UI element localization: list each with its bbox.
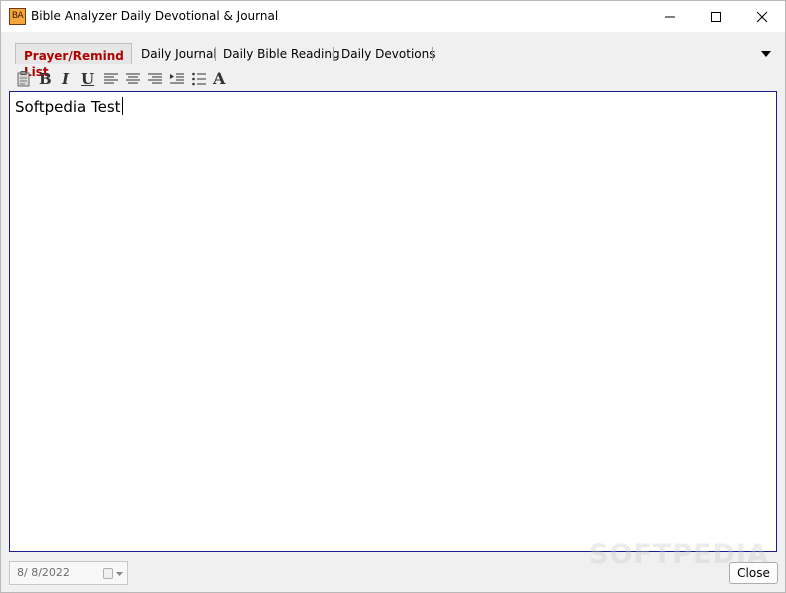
tab-separator	[432, 47, 433, 61]
bullet-list-button[interactable]	[191, 70, 209, 88]
italic-button[interactable]: I	[62, 69, 69, 89]
date-value[interactable]: 8/ 8/2022	[17, 566, 70, 579]
bullet-list-icon	[192, 72, 206, 86]
tab-separator	[333, 47, 334, 61]
font-button[interactable]: A	[213, 69, 225, 89]
align-right-icon	[148, 73, 162, 84]
tab-daily-journal[interactable]: Daily Journal	[141, 46, 217, 65]
date-picker[interactable]: 8/ 8/2022	[9, 561, 128, 585]
close-window-button[interactable]	[739, 1, 785, 32]
tab-dropdown-icon[interactable]	[761, 51, 771, 57]
text-caret	[121, 97, 123, 115]
align-right-button[interactable]	[147, 70, 165, 88]
align-left-icon	[104, 73, 118, 84]
tab-prayer-remind-list[interactable]: Prayer/Remind List	[15, 43, 132, 79]
minimize-button[interactable]	[647, 1, 693, 32]
maximize-icon	[711, 12, 721, 22]
tab-separator	[215, 47, 216, 61]
maximize-button[interactable]	[693, 1, 739, 32]
tab-daily-bible-reading[interactable]: Daily Bible Reading	[223, 46, 340, 65]
tab-daily-devotions[interactable]: Daily Devotions	[341, 46, 435, 65]
chevron-down-icon[interactable]	[116, 572, 123, 576]
bold-button[interactable]: B	[39, 69, 52, 89]
indent-button[interactable]	[169, 70, 187, 88]
paste-icon	[17, 71, 30, 87]
minimize-icon	[665, 16, 675, 18]
close-icon	[756, 11, 768, 23]
app-window: BA Bible Analyzer Daily Devotional & Jou…	[0, 0, 786, 593]
rich-text-editor[interactable]: Softpedia Test	[9, 91, 777, 552]
close-button[interactable]: Close	[729, 562, 778, 584]
align-center-icon	[126, 73, 140, 84]
paste-button[interactable]	[15, 70, 33, 88]
app-icon: BA	[9, 8, 26, 25]
underline-button[interactable]: U	[81, 69, 94, 89]
align-center-button[interactable]	[125, 70, 143, 88]
formatting-toolbar: B I U A	[13, 69, 773, 89]
title-bar[interactable]: BA Bible Analyzer Daily Devotional & Jou…	[1, 1, 785, 32]
tab-bar: Prayer/Remind List Daily Journal Daily B…	[9, 41, 779, 79]
editor-content[interactable]: Softpedia Test	[15, 97, 123, 116]
window-title: Bible Analyzer Daily Devotional & Journa…	[31, 9, 279, 23]
calendar-icon[interactable]	[103, 568, 113, 579]
indent-icon	[170, 73, 184, 84]
align-left-button[interactable]	[103, 70, 121, 88]
